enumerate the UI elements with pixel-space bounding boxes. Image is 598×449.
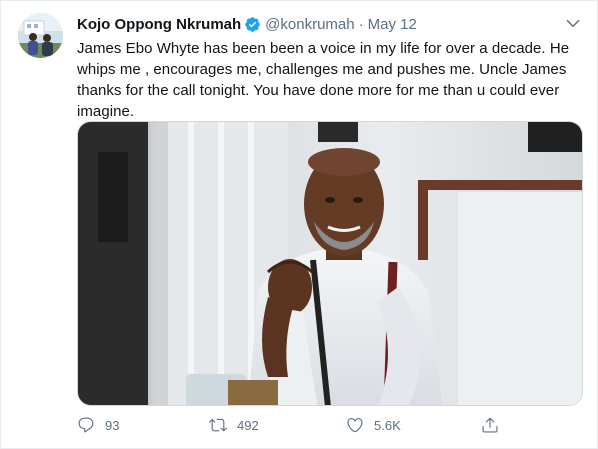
reply-button[interactable]: 93 — [77, 413, 119, 437]
tweet-text-line: whips me , encourages me, challenges me … — [77, 61, 567, 78]
reply-icon — [78, 417, 94, 433]
tweet-photo[interactable] — [77, 121, 583, 406]
author-handle[interactable]: @konkrumah — [265, 16, 354, 33]
chevron-down-icon[interactable] — [563, 13, 583, 33]
share-button[interactable] — [481, 413, 499, 437]
author-name[interactable]: Kojo Oppong Nkrumah — [77, 16, 241, 33]
verified-badge-icon — [244, 16, 261, 33]
avatar-photo — [18, 13, 63, 58]
photo-image — [78, 122, 582, 405]
retweet-button[interactable]: 492 — [209, 413, 259, 437]
tweet-actions: 93 492 5.6K — [77, 413, 583, 437]
share-icon — [482, 417, 498, 433]
tweet-text: James Ebo Whyte has been been a voice in… — [77, 38, 587, 122]
reply-count: 93 — [105, 417, 120, 433]
tweet-text-line: James Ebo Whyte has been been a voice in… — [77, 40, 570, 57]
separator-dot: · — [358, 15, 364, 33]
tweet-text-line: imagine. — [77, 103, 135, 120]
like-count: 5.6K — [374, 417, 401, 433]
avatar[interactable] — [18, 13, 63, 58]
tweet-header: Kojo Oppong Nkrumah @konkrumah · May 12 — [77, 13, 587, 35]
tweet-text-line: thanks for the call tonight. You have do… — [77, 82, 560, 99]
tweet-card[interactable]: Kojo Oppong Nkrumah @konkrumah · May 12 … — [0, 0, 598, 449]
retweet-count: 492 — [237, 417, 259, 433]
retweet-icon — [209, 418, 227, 432]
tweet-date[interactable]: May 12 — [368, 16, 417, 33]
like-button[interactable]: 5.6K — [346, 413, 401, 437]
heart-icon — [347, 418, 363, 433]
